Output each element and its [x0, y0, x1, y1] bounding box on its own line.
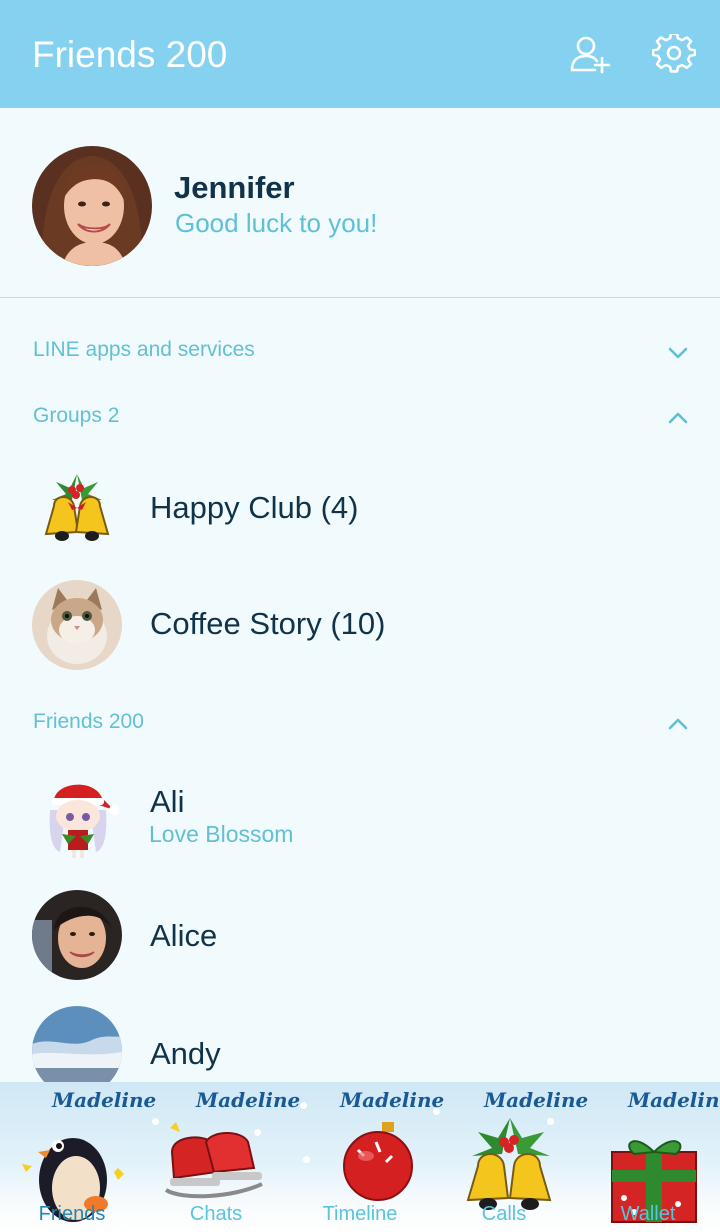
friend-name: Alice: [150, 918, 218, 953]
christmas-bells-icon: [32, 464, 122, 554]
profile-name: Jennifer: [174, 170, 295, 205]
profile-avatar[interactable]: [32, 146, 152, 266]
tab-label: Calls: [481, 1203, 527, 1225]
madeline-badge: Madeline: [196, 1088, 301, 1112]
tab-label: Timeline: [322, 1203, 398, 1225]
page-title: Friends 200: [32, 34, 228, 75]
chevron-down-icon[interactable]: [666, 345, 690, 361]
group-row-happy-club[interactable]: Happy Club (4): [0, 450, 720, 566]
tab-friends[interactable]: Madeline Friends: [0, 1082, 156, 1232]
friend-row-alice[interactable]: Alice: [0, 876, 720, 992]
tab-label: Wallet: [620, 1203, 676, 1225]
friend-status-message: Love Blossom: [149, 821, 294, 847]
section-groups[interactable]: Groups 2: [33, 404, 119, 428]
tab-timeline[interactable]: Madeline Timeline: [288, 1082, 445, 1232]
bottom-tab-bar: Madeline Friends Madeline Chats Madeline…: [0, 1082, 720, 1232]
tab-label: Chats: [189, 1203, 243, 1225]
friend-avatar: [32, 770, 122, 860]
section-friends[interactable]: Friends 200: [33, 710, 144, 734]
settings-icon[interactable]: [651, 32, 697, 74]
group-name: Coffee Story (10): [150, 606, 386, 641]
tab-wallet[interactable]: Madeline Wallet: [576, 1082, 720, 1232]
madeline-badge: Madeline: [340, 1088, 445, 1112]
chevron-up-icon[interactable]: [666, 716, 690, 732]
chevron-up-icon[interactable]: [666, 410, 690, 426]
section-line-apps[interactable]: LINE apps and services: [33, 338, 255, 362]
madeline-badge: Madeline: [52, 1088, 157, 1112]
friend-name: Ali: [150, 784, 185, 819]
my-profile[interactable]: Jennifer Good luck to you!: [0, 108, 720, 298]
app-header: Friends 200: [0, 0, 720, 108]
madeline-badge: Madeline: [628, 1088, 720, 1112]
madeline-badge: Madeline: [484, 1088, 589, 1112]
tab-label: Friends: [38, 1203, 106, 1225]
tab-chats[interactable]: Madeline Chats: [144, 1082, 300, 1232]
group-avatar: [32, 580, 122, 670]
friend-name: Andy: [150, 1036, 221, 1071]
add-friend-icon[interactable]: [568, 34, 612, 74]
friend-row-ali[interactable]: Ali Love Blossom: [0, 756, 720, 872]
profile-status-message: Good luck to you!: [175, 208, 378, 238]
group-row-coffee-story[interactable]: Coffee Story (10): [0, 566, 720, 682]
friend-avatar: [32, 890, 122, 980]
tab-calls[interactable]: Madeline Calls: [432, 1082, 588, 1232]
group-name: Happy Club (4): [150, 490, 359, 525]
